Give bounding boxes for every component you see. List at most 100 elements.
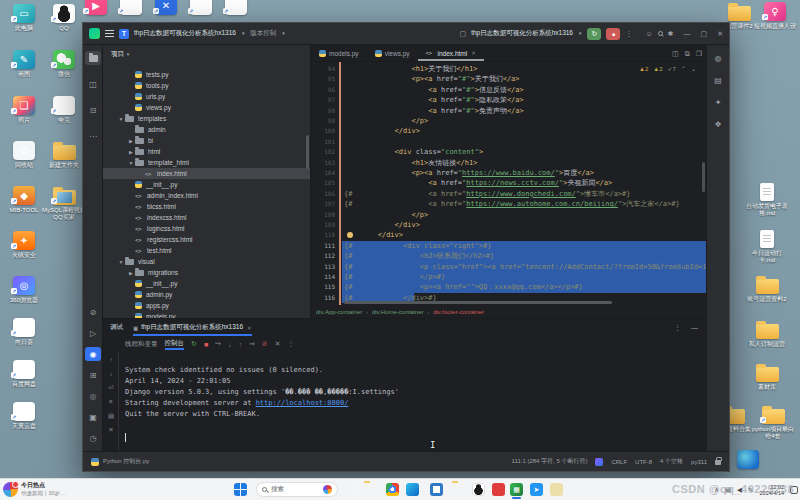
editor-view-icon[interactable]: ❐	[696, 50, 702, 58]
close-button[interactable]: ✕	[717, 30, 723, 38]
qq-icon[interactable]	[472, 483, 485, 496]
desktop-icon[interactable]: ☁↗天翼云盘	[2, 402, 46, 430]
mute-breakpoints-icon[interactable]: ⊘	[262, 340, 268, 348]
tree-item[interactable]: __init__.py	[103, 179, 310, 190]
tree-item[interactable]: apps.py	[103, 300, 310, 311]
edge-icon[interactable]	[406, 483, 419, 496]
tree-item[interactable]: admin.py	[103, 289, 310, 300]
desktop-icon[interactable]: 账号运营资料2	[745, 275, 789, 303]
tree-item[interactable]: ▼template_html	[103, 157, 310, 168]
debug-view-tab[interactable]: 线程和变量	[125, 340, 158, 349]
debug-session-tab[interactable]: ▣ thp日志数据可视化分析系统hx1316 ✕	[133, 319, 252, 336]
desktop-icon[interactable]: 新建文件夹	[42, 141, 86, 169]
inspections-widget[interactable]: ▲2 ▲2 ✓7 ⌃⌄	[639, 65, 696, 72]
desktop-icon[interactable]: ◎↗360浏览器	[2, 276, 46, 304]
close-icon[interactable]: ✕	[247, 325, 252, 331]
todo-icon[interactable]: ◷	[85, 431, 101, 445]
desktop-icon[interactable]: 素材库	[745, 363, 789, 391]
tree-item[interactable]: ▼visual	[103, 256, 310, 267]
notifications-icon[interactable]: ◍	[710, 51, 726, 65]
indent-setting[interactable]: 4 个空格	[660, 457, 683, 466]
desktop-icon[interactable]: ✦↗火绒安全	[2, 231, 46, 259]
tree-item[interactable]: tests.py	[103, 69, 310, 80]
soft-wrap-icon[interactable]: ⏎	[103, 384, 119, 392]
close-icon[interactable]: ✕	[471, 50, 476, 56]
tree-item[interactable]: ▶migrations	[103, 267, 310, 278]
step-into-icon[interactable]: ↓	[228, 341, 232, 348]
debug-rerun-button[interactable]: ↻	[587, 28, 601, 40]
breadcrumb[interactable]: div.App-container	[316, 309, 362, 315]
tree-item[interactable]: <>registercss.html	[103, 234, 310, 245]
stop-button[interactable]: ■	[606, 28, 620, 40]
desktop-icon[interactable]: ✧↗夸克	[42, 96, 86, 124]
desktop-icon[interactable]: ♀↗短视频直播人设	[753, 2, 797, 30]
desktop-icon[interactable]: ◆↗MIB-TOOL	[2, 186, 46, 214]
clear-icon[interactable]: ✕	[103, 426, 119, 434]
structure-icon[interactable]: ⊟	[85, 103, 101, 117]
debug-panel-title[interactable]: 调试	[110, 323, 123, 332]
desktop-icon[interactable]: ❏↗照片	[2, 96, 46, 124]
tree-item[interactable]: <>index.html	[103, 168, 310, 179]
search-icon[interactable]	[658, 31, 663, 36]
settings-gear-icon[interactable]: ✱	[668, 30, 674, 38]
code-area[interactable]: 94 <h1>关于我们</h1>95 <p><a href="#">关于我们</…	[311, 62, 706, 305]
tree-item[interactable]: __init__.py	[103, 278, 310, 289]
scroll-end-icon[interactable]: ≡	[103, 398, 119, 405]
step-over-icon[interactable]: ↪	[215, 340, 221, 348]
add-user-icon[interactable]: ☺	[645, 30, 652, 37]
close-icon[interactable]: ✕	[275, 340, 281, 348]
status-left[interactable]: Python 控制台.py	[103, 457, 149, 466]
run-icon[interactable]: ▷	[85, 326, 101, 340]
start-button[interactable]	[234, 483, 247, 496]
ai-icon[interactable]	[595, 458, 603, 466]
desktop-icon[interactable]: 今日运动打卡.md	[745, 230, 789, 264]
tree-item[interactable]: <>indexcss.html	[103, 212, 310, 223]
app-red-icon[interactable]	[492, 483, 505, 496]
tree-item[interactable]: ▼templates	[103, 113, 310, 124]
more-icon[interactable]: ⋮	[625, 30, 632, 38]
tree-item[interactable]: ▶html	[103, 146, 310, 157]
rerun-icon[interactable]: ↻	[191, 340, 197, 348]
lock-icon[interactable]	[715, 460, 721, 465]
minimize-button[interactable]: —	[684, 30, 691, 37]
desktop-icon[interactable]: ♻回收站	[2, 141, 46, 169]
breadcrumb[interactable]: div.footer-container	[433, 309, 484, 315]
run-to-cursor-icon[interactable]: ⇒	[249, 340, 255, 348]
services-icon[interactable]: ⊞	[85, 368, 101, 382]
editor-tab[interactable]: models.py	[311, 45, 367, 61]
debug-view-tab[interactable]: 控制台	[165, 339, 185, 350]
database-icon[interactable]: ▤	[710, 73, 726, 87]
search-input[interactable]: 搜索	[256, 482, 338, 497]
tree-item[interactable]: <>admin_index.html	[103, 190, 310, 201]
desktop-icon[interactable]: ✎↗画图	[2, 50, 46, 78]
tree-item[interactable]: ▶bi	[103, 135, 310, 146]
more-icon[interactable]: ⋮	[674, 324, 681, 332]
desktop-icon[interactable]: ▭↗此电脑	[2, 4, 46, 32]
ai-assistant-icon[interactable]: ✦	[710, 95, 726, 109]
tree-item[interactable]: views.py	[103, 102, 310, 113]
desktop-icon[interactable]: ↗微信	[42, 50, 86, 78]
desktop-icon[interactable]: 私人订制运营	[745, 320, 789, 348]
more-icon[interactable]: ⋮	[288, 340, 295, 348]
app-dim-icon[interactable]	[550, 483, 563, 496]
more-icon[interactable]: ⋯	[85, 129, 101, 143]
desktop-icon[interactable]: ↗MySQL课程视频QQ买家	[42, 186, 86, 221]
hide-icon[interactable]: —	[691, 324, 698, 332]
news-widget[interactable]: 今日热点 动漫新闻丨30岁…	[3, 481, 66, 497]
down-stack-icon[interactable]: ↓	[103, 370, 119, 377]
desktop-icon[interactable]: ∴↗向日葵	[2, 318, 46, 346]
tree-item[interactable]: <>test.html	[103, 245, 310, 256]
desktop-icon[interactable]: ≈↗百度网盘	[2, 360, 46, 388]
print-icon[interactable]: ▤	[103, 412, 119, 420]
editor-tab[interactable]: views.py	[367, 45, 418, 61]
terminal-icon[interactable]: ▣	[85, 410, 101, 424]
tree-item[interactable]: urls.py	[103, 91, 310, 102]
tree-item[interactable]: models.py	[103, 311, 310, 318]
tree-item[interactable]: <>bicss.html	[103, 201, 310, 212]
tree-item[interactable]: <>logincss.html	[103, 223, 310, 234]
plugins2-icon[interactable]: ❖	[710, 117, 726, 131]
vertical-scrollbar[interactable]	[702, 162, 705, 192]
browser-icon[interactable]	[430, 483, 443, 496]
desktop-icon[interactable]: 自动发货电子表格.md	[745, 183, 789, 217]
maximize-button[interactable]: ▢	[701, 30, 708, 38]
